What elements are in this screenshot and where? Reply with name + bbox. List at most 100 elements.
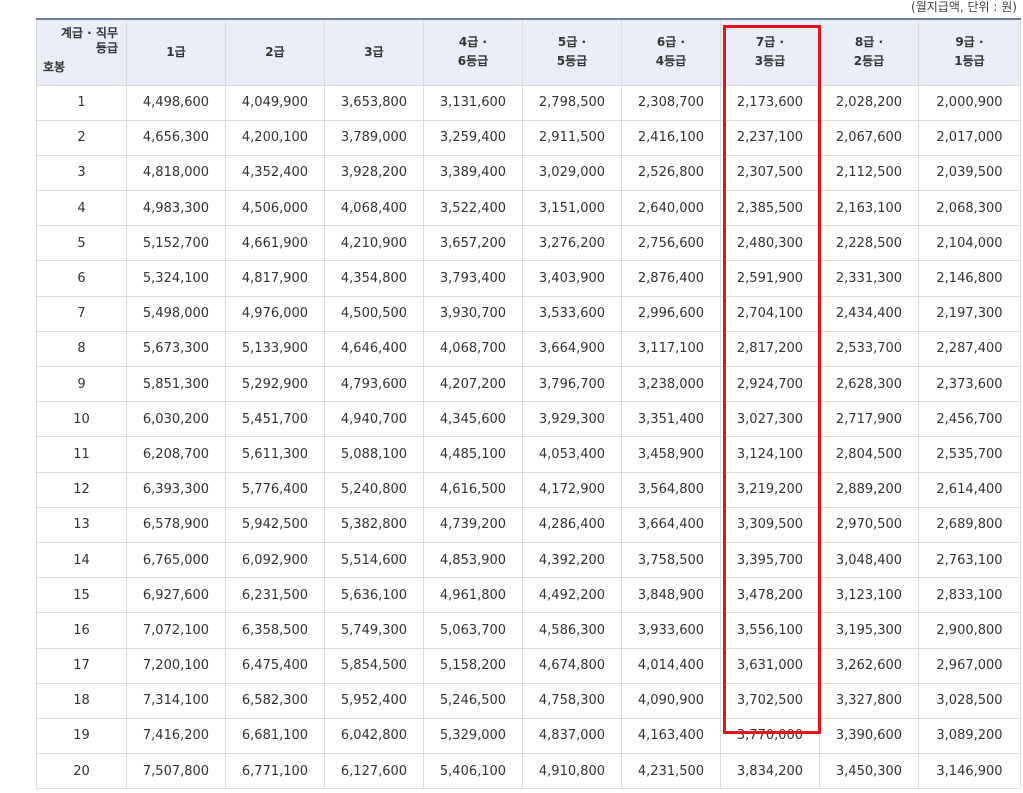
salary-cell: 7,200,100 — [126, 647, 226, 684]
salary-cell: 4,200,100 — [225, 119, 325, 156]
salary-cell: 5,329,000 — [423, 717, 523, 755]
salary-cell: 6,030,200 — [126, 401, 226, 438]
salary-cell: 3,929,300 — [522, 401, 622, 438]
salary-cell: 4,758,300 — [522, 682, 622, 719]
salary-cell: 6,771,100 — [225, 753, 325, 790]
header-row: 계급 · 직무 등급 호봉 1급 2급 3급 4급 · 6등급 5급 · 5등급 — [36, 18, 1021, 86]
grade-header-6: 6급 · 4등급 — [621, 18, 721, 86]
salary-cell: 2,385,500 — [720, 190, 820, 227]
unit-note: (월지급액, 단위 : 원) — [911, 0, 1017, 14]
step-number-cell: 20 — [36, 753, 127, 790]
grade-header-subline: 5등급 — [556, 54, 588, 69]
salary-cell: 2,717,900 — [819, 401, 919, 438]
salary-cell: 2,228,500 — [819, 225, 919, 262]
salary-cell: 4,485,100 — [423, 436, 523, 473]
salary-cell: 3,259,400 — [423, 119, 523, 156]
salary-cell: 3,389,400 — [423, 154, 523, 192]
salary-cell: 2,434,400 — [819, 295, 919, 332]
salary-cell: 5,952,400 — [324, 682, 424, 719]
salary-cell: 4,392,200 — [522, 541, 622, 579]
salary-cell: 2,028,200 — [819, 84, 919, 121]
salary-cell: 5,636,100 — [324, 577, 424, 614]
salary-cell: 3,478,200 — [720, 577, 820, 614]
table-row: 17 7,200,100 6,475,400 5,854,500 5,158,200 4,… — [36, 647, 1021, 684]
grade-header-subline: 4등급 — [655, 54, 687, 69]
salary-cell: 6,765,000 — [126, 541, 226, 579]
grade-header-3: 3급 — [324, 18, 424, 86]
table-row: 4 4,983,300 4,506,000 4,068,400 3,522,400 3,1… — [36, 190, 1021, 227]
salary-cell: 4,286,400 — [522, 506, 622, 543]
step-number-cell: 9 — [36, 365, 127, 403]
corner-step-label: 호봉 — [43, 59, 66, 74]
salary-cell: 5,406,100 — [423, 753, 523, 790]
salary-cell: 4,976,000 — [225, 295, 325, 332]
step-number-cell: 11 — [36, 436, 127, 473]
salary-cell: 4,793,600 — [324, 365, 424, 403]
salary-cell: 2,067,600 — [819, 119, 919, 156]
salary-cell: 2,104,000 — [918, 225, 1021, 262]
salary-cell: 3,195,300 — [819, 612, 919, 649]
grade-header-line: 4급 · — [458, 35, 488, 50]
salary-cell: 3,219,200 — [720, 471, 820, 508]
salary-cell: 3,758,500 — [621, 541, 721, 579]
salary-cell: 4,345,600 — [423, 401, 523, 438]
step-number-cell: 14 — [36, 541, 127, 579]
table-row: 14 6,765,000 6,092,900 5,514,600 4,853,900 4,… — [36, 541, 1021, 579]
salary-cell: 3,793,400 — [423, 260, 523, 297]
salary-cell: 2,287,400 — [918, 330, 1021, 368]
salary-cell: 2,704,100 — [720, 295, 820, 332]
salary-cell: 6,393,300 — [126, 471, 226, 508]
salary-cell: 3,262,600 — [819, 647, 919, 684]
salary-cell: 6,092,900 — [225, 541, 325, 579]
salary-cell: 6,208,700 — [126, 436, 226, 473]
salary-cell: 5,749,300 — [324, 612, 424, 649]
salary-cell: 5,133,900 — [225, 330, 325, 368]
salary-cell: 5,152,700 — [126, 225, 226, 262]
salary-cell: 4,739,200 — [423, 506, 523, 543]
grade-header-line: 8급 · — [854, 35, 884, 50]
table-row: 9 5,851,300 5,292,900 4,793,600 4,207,200 3,7… — [36, 365, 1021, 403]
salary-cell: 2,889,200 — [819, 471, 919, 508]
salary-cell: 5,673,300 — [126, 330, 226, 368]
salary-cell: 2,308,700 — [621, 84, 721, 121]
salary-cell: 3,028,500 — [918, 682, 1021, 719]
grade-header-8: 8급 · 2등급 — [819, 18, 919, 86]
salary-cell: 2,197,300 — [918, 295, 1021, 332]
salary-cell: 4,014,400 — [621, 647, 721, 684]
salary-cell: 3,309,500 — [720, 506, 820, 543]
grade-header-4: 4급 · 6등급 — [423, 18, 523, 86]
salary-cell: 3,131,600 — [423, 84, 523, 121]
corner-line-1: 계급 · 직무 — [60, 26, 118, 40]
salary-cell: 2,798,500 — [522, 84, 622, 121]
table-row: 13 6,578,900 5,942,500 5,382,800 4,739,200 4,… — [36, 506, 1021, 543]
salary-cell: 2,068,300 — [918, 190, 1021, 227]
grade-header-line: 6급 · — [656, 35, 686, 50]
salary-cell: 2,533,700 — [819, 330, 919, 368]
salary-cell: 3,556,100 — [720, 612, 820, 649]
salary-cell: 4,049,900 — [225, 84, 325, 121]
salary-cell: 4,492,200 — [522, 577, 622, 614]
table-row: 8 5,673,300 5,133,900 4,646,400 4,068,700 3,6… — [36, 330, 1021, 368]
salary-cell: 2,456,700 — [918, 401, 1021, 438]
table-row: 7 5,498,000 4,976,000 4,500,500 3,930,700 3,5… — [36, 295, 1021, 332]
salary-cell: 3,664,400 — [621, 506, 721, 543]
salary-cell: 5,776,400 — [225, 471, 325, 508]
table-row: 10 6,030,200 5,451,700 4,940,700 4,345,600 3,… — [36, 401, 1021, 438]
salary-cell: 3,117,100 — [621, 330, 721, 368]
salary-cell: 3,631,000 — [720, 647, 820, 684]
salary-cell: 2,017,000 — [918, 119, 1021, 156]
salary-cell: 3,930,700 — [423, 295, 523, 332]
salary-cell: 2,373,600 — [918, 365, 1021, 403]
salary-cell: 7,072,100 — [126, 612, 226, 649]
grade-header-subline: 3등급 — [754, 54, 786, 69]
salary-cell: 2,756,600 — [621, 225, 721, 262]
salary-cell: 3,848,900 — [621, 577, 721, 614]
salary-cell: 3,928,200 — [324, 154, 424, 192]
salary-cell: 3,151,000 — [522, 190, 622, 227]
salary-cell: 2,628,300 — [819, 365, 919, 403]
table-row: 16 7,072,100 6,358,500 5,749,300 5,063,700 4,… — [36, 612, 1021, 649]
salary-cell: 4,586,300 — [522, 612, 622, 649]
step-number-cell: 18 — [36, 682, 127, 719]
salary-cell: 2,591,900 — [720, 260, 820, 297]
salary-cell: 4,352,400 — [225, 154, 325, 192]
